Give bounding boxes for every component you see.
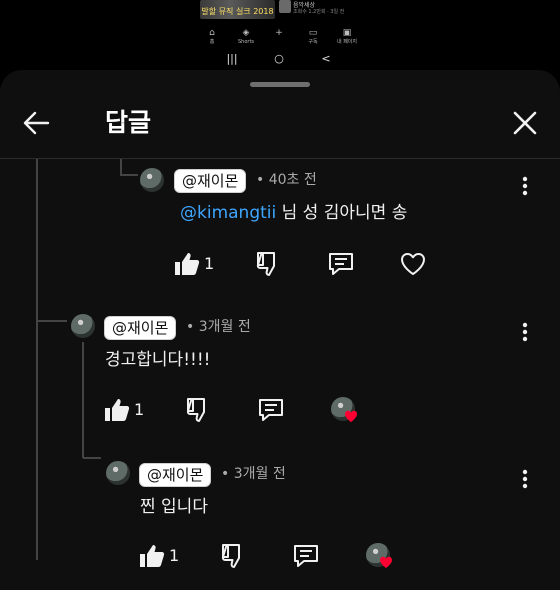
nav-tab-label: 구독 bbox=[308, 39, 318, 45]
nav-tab-home[interactable]: ⌂ 홈 bbox=[196, 28, 228, 46]
thread-line bbox=[37, 320, 67, 322]
comment-text: @kimangtii 님 성 김아니면 송 bbox=[180, 201, 407, 225]
close-button[interactable] bbox=[508, 106, 542, 140]
like-button[interactable] bbox=[102, 395, 132, 425]
close-icon bbox=[513, 111, 537, 135]
mention-link[interactable]: @kimangtii bbox=[180, 203, 276, 223]
thumb-up-icon bbox=[175, 253, 200, 275]
more-vert-icon bbox=[522, 176, 528, 196]
like-count: 1 bbox=[204, 254, 215, 273]
comment-time: • 40초 전 bbox=[256, 172, 317, 188]
avatar[interactable] bbox=[140, 168, 164, 192]
nav-tab-label: 내 페이지 bbox=[337, 39, 357, 45]
thread-line bbox=[82, 342, 84, 458]
reply-button[interactable] bbox=[326, 249, 356, 279]
heart-button[interactable] bbox=[398, 249, 428, 279]
like-count: 1 bbox=[134, 400, 145, 419]
video-caption: 발할 뮤직 실크 2018 bbox=[201, 7, 274, 16]
more-vert-icon bbox=[522, 322, 528, 342]
heart-outline-icon bbox=[401, 253, 425, 275]
home-button[interactable]: ○ bbox=[269, 52, 289, 65]
like-button[interactable] bbox=[137, 541, 167, 571]
comment-body: 님 성 김아니면 송 bbox=[276, 203, 408, 223]
comment-author-handle[interactable]: @재이몬 bbox=[139, 463, 212, 487]
arrow-left-icon bbox=[23, 111, 50, 135]
like-button[interactable] bbox=[172, 249, 202, 279]
nav-tab-subscriptions[interactable]: ▭ 구독 bbox=[297, 28, 329, 46]
back-button[interactable] bbox=[20, 106, 54, 140]
library-icon: ▣ bbox=[342, 28, 352, 38]
create-icon: + bbox=[275, 28, 283, 38]
sheet-title: 답글 bbox=[105, 108, 152, 137]
creator-heart-badge[interactable] bbox=[366, 543, 396, 573]
more-vert-icon bbox=[522, 469, 528, 489]
comment-text: 경고합니다!!!! bbox=[105, 350, 211, 370]
shorts-icon: ◈ bbox=[242, 28, 250, 38]
avatar[interactable] bbox=[106, 461, 130, 485]
comment-icon bbox=[259, 399, 283, 421]
nav-tab-shorts[interactable]: ◈ Shorts bbox=[230, 28, 262, 46]
recent-apps-button[interactable]: ||| bbox=[222, 52, 242, 65]
heart-icon bbox=[380, 556, 392, 568]
nav-tab-label: 홈 bbox=[209, 39, 215, 45]
thread-line bbox=[36, 159, 38, 560]
comment-text: 찐 입니다 bbox=[140, 497, 208, 517]
reply-button[interactable] bbox=[291, 541, 321, 571]
nav-tab-library[interactable]: ▣ 내 페이지 bbox=[331, 28, 363, 46]
dislike-button[interactable] bbox=[184, 395, 214, 425]
thumb-down-icon bbox=[256, 252, 275, 276]
dislike-button[interactable] bbox=[254, 249, 284, 279]
heart-icon bbox=[345, 410, 357, 422]
comment-icon bbox=[329, 253, 353, 275]
creator-heart-badge[interactable] bbox=[331, 397, 361, 427]
reply-button[interactable] bbox=[256, 395, 286, 425]
nav-tab-label: Shorts bbox=[237, 39, 255, 45]
system-back-button[interactable]: < bbox=[316, 52, 336, 65]
thread-line bbox=[120, 159, 122, 175]
thumb-up-icon bbox=[140, 545, 165, 567]
thumb-up-icon bbox=[105, 399, 130, 421]
nav-tab-create[interactable]: + bbox=[263, 28, 295, 38]
comment-author-handle[interactable]: @재이몬 bbox=[104, 316, 177, 340]
thread-line bbox=[83, 457, 101, 459]
comment-icon bbox=[294, 545, 318, 567]
header-divider bbox=[0, 158, 560, 159]
thumb-down-icon bbox=[221, 544, 240, 568]
thread-line bbox=[120, 174, 138, 176]
thumb-down-icon bbox=[186, 398, 205, 422]
like-count: 1 bbox=[169, 546, 180, 565]
comment-time: • 3개월 전 bbox=[221, 466, 286, 482]
home-icon: ⌂ bbox=[209, 28, 215, 38]
drag-handle[interactable] bbox=[250, 82, 310, 87]
more-options-button[interactable] bbox=[518, 321, 532, 343]
subscriptions-icon: ▭ bbox=[308, 28, 318, 38]
channel-avatar[interactable] bbox=[279, 0, 291, 13]
dislike-button[interactable] bbox=[219, 541, 249, 571]
more-options-button[interactable] bbox=[518, 468, 532, 490]
comment-author-handle[interactable]: @재이몬 bbox=[174, 169, 247, 193]
comment-time: • 3개월 전 bbox=[186, 319, 251, 335]
avatar[interactable] bbox=[71, 314, 95, 338]
channel-meta: 조회수 1.2만회 · 3일 전 bbox=[293, 9, 345, 15]
more-options-button[interactable] bbox=[518, 175, 532, 197]
